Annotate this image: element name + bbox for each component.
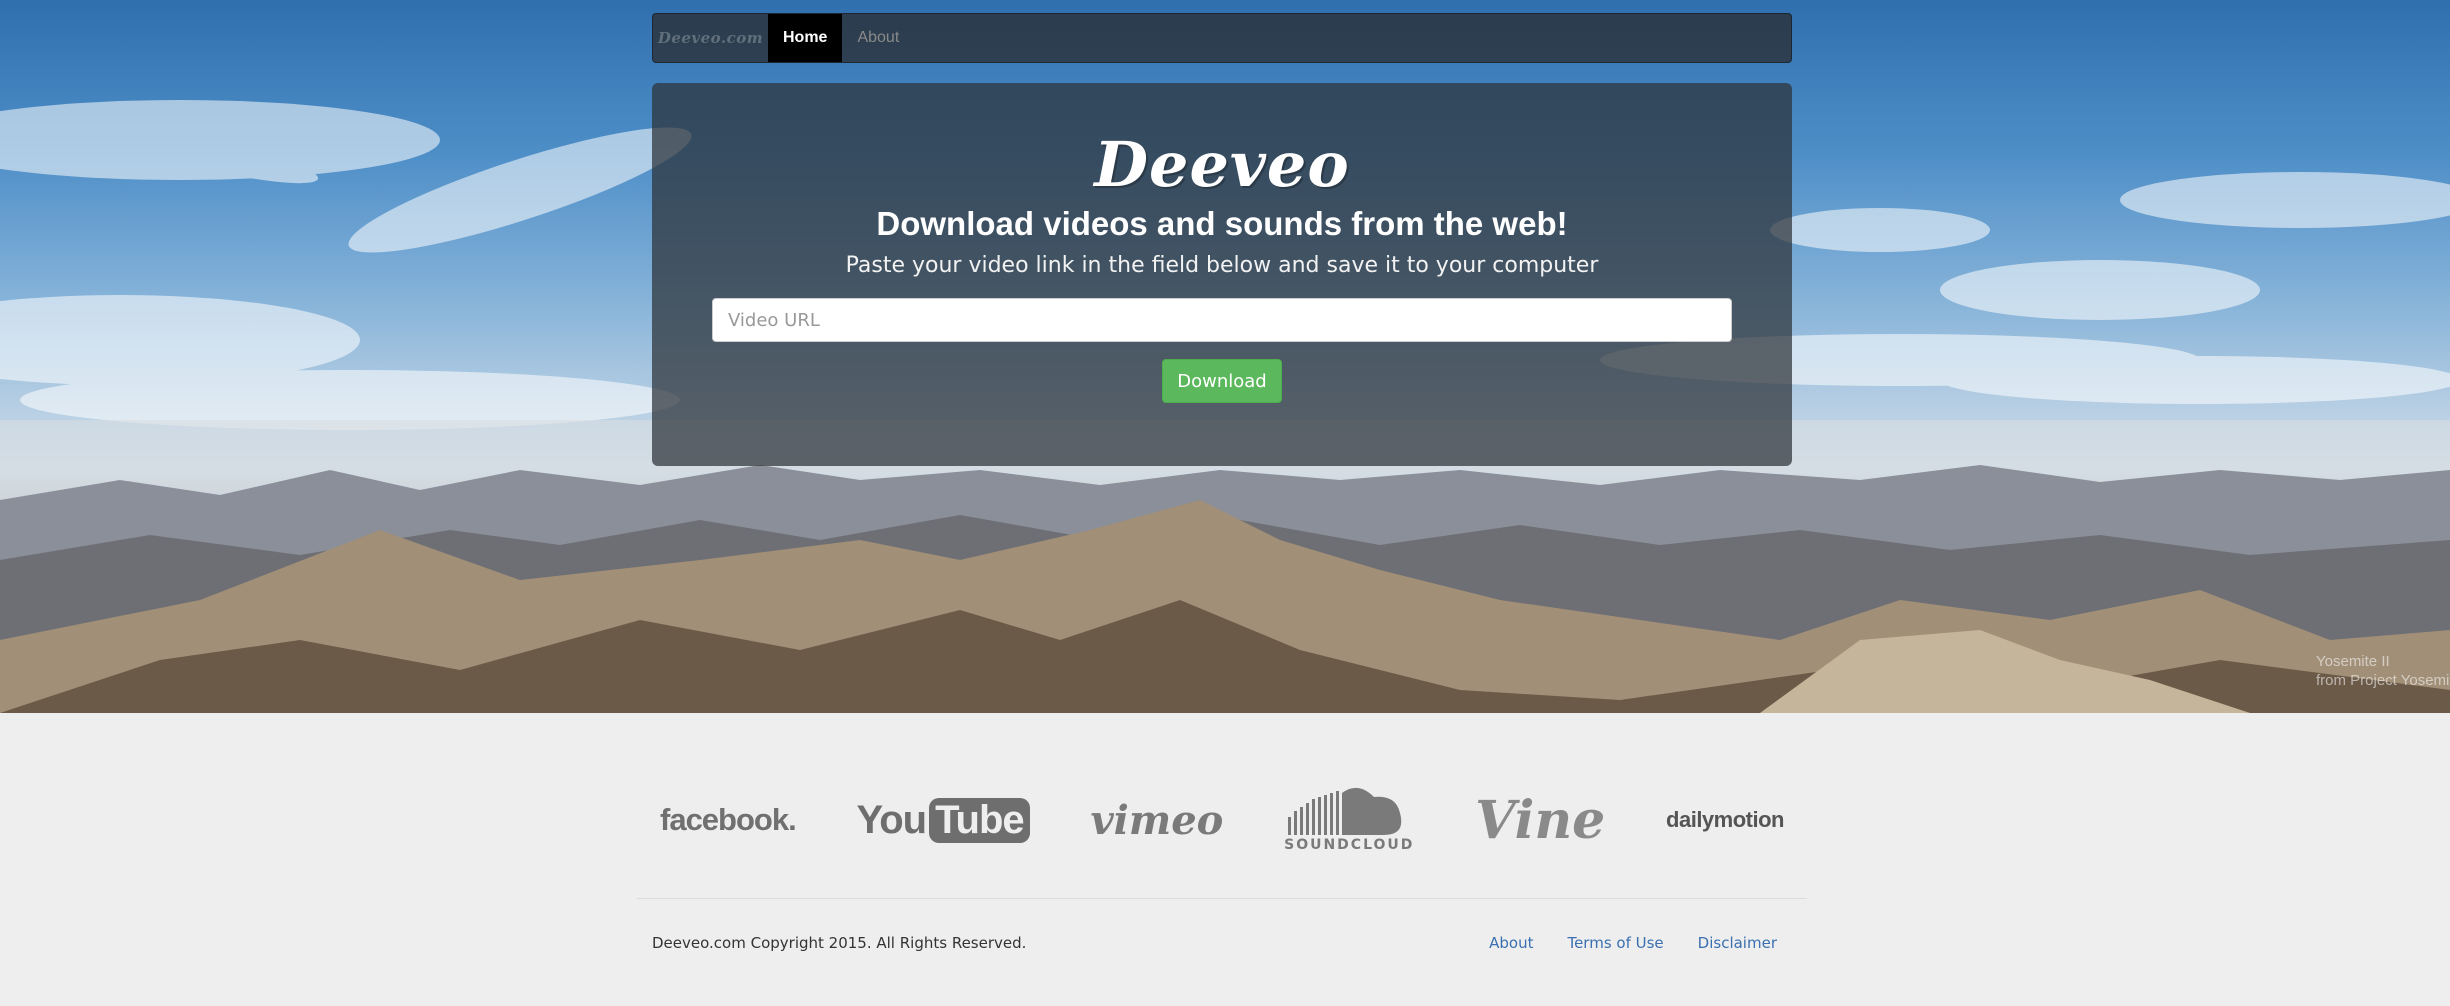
video-url-input[interactable] — [712, 298, 1732, 342]
download-button[interactable]: Download — [1162, 359, 1282, 403]
dailymotion-logo: dailymotion — [1666, 807, 1784, 832]
youtube-logo-you: You — [856, 797, 928, 842]
vimeo-logo: vimeo — [1090, 796, 1224, 844]
footer-link-disclaimer[interactable]: Disclaimer — [1698, 934, 1777, 952]
nav-about[interactable]: About — [842, 14, 914, 62]
youtube-logo: You Tube — [856, 797, 1030, 843]
soundcloud-logo: SOUNDCLOUD — [1284, 787, 1414, 853]
youtube-logo-tube: Tube — [929, 797, 1030, 843]
soundcloud-label: SOUNDCLOUD — [1284, 837, 1415, 853]
navbar-brand[interactable]: Deeveo.com — [653, 14, 768, 62]
soundcloud-cloud-icon — [1288, 787, 1402, 835]
credit-title: Yosemite II — [2316, 653, 2390, 670]
footer-links: About Terms of Use Disclaimer — [1489, 934, 1777, 952]
nav-home[interactable]: Home — [768, 14, 843, 62]
vine-logo: Vine — [1475, 789, 1606, 851]
page-subheadline: Paste your video link in the field below… — [845, 253, 1599, 278]
facebook-logo: facebook. — [660, 802, 797, 837]
copyright-text: Deeveo.com Copyright 2015. All Rights Re… — [652, 934, 1027, 952]
page-headline: Download videos and sounds from the web! — [876, 205, 1568, 242]
site-logo: Deeveo — [1094, 128, 1350, 201]
footer-link-terms[interactable]: Terms of Use — [1567, 934, 1663, 952]
footer-link-about[interactable]: About — [1489, 934, 1533, 952]
top-navbar: Deeveo.com Home About — [652, 13, 1792, 63]
supported-sites-strip: facebook. You Tube vimeo SOUNDCLOUD Vine… — [652, 775, 1792, 865]
credit-source: from Project Yosemite — [2316, 672, 2450, 689]
footer-divider — [637, 898, 1807, 899]
video-credit: Yosemite II from Project Yosemite — [2316, 652, 2450, 690]
download-panel: Deeveo Download videos and sounds from t… — [652, 83, 1792, 466]
